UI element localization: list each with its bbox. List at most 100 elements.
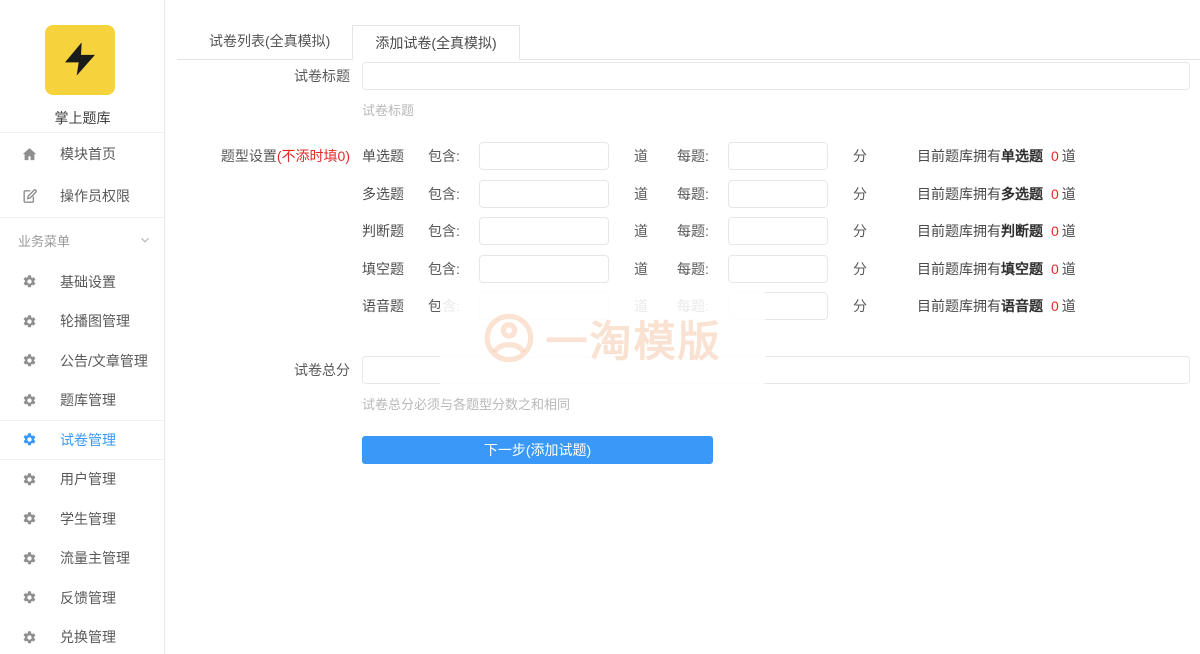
question-score-input[interactable] — [728, 180, 828, 208]
sidebar-item-4-active[interactable]: 试卷管理 — [0, 420, 164, 460]
sidebar-item-label: 试卷管理 — [60, 430, 116, 450]
count-unit-label: 道 — [634, 184, 648, 204]
gear-icon — [22, 590, 37, 605]
sidebar-item-label: 反馈管理 — [60, 588, 116, 608]
count-unit-label: 道 — [634, 221, 648, 241]
include-label: 包含: — [428, 259, 466, 279]
count-unit-label: 道 — [634, 146, 648, 166]
gear-icon — [22, 393, 37, 408]
sidebar-item-operator[interactable]: 操作员权限 — [0, 175, 164, 217]
question-count-input[interactable] — [479, 217, 609, 245]
sidebar-item-5[interactable]: 用户管理 — [0, 460, 164, 500]
gear-icon — [22, 314, 37, 329]
app-logo — [45, 25, 115, 95]
sidebar-item-8[interactable]: 反馈管理 — [0, 578, 164, 618]
question-score-input[interactable] — [728, 142, 828, 170]
question-score-input[interactable] — [728, 217, 828, 245]
question-type-settings: 题型设置(不添时填0) 单选题 包含: 道 每题: 分 目前题库拥有单选题0道 … — [165, 142, 1200, 320]
score-unit-label: 分 — [853, 259, 867, 279]
sidebar-item-label: 用户管理 — [60, 469, 116, 489]
question-count-input[interactable] — [479, 292, 609, 320]
total-score-input[interactable] — [362, 356, 1190, 384]
sidebar-item-label: 轮播图管理 — [60, 311, 130, 331]
paper-title-label: 试卷标题 — [165, 66, 350, 86]
per-question-label: 每题: — [677, 259, 715, 279]
app-window: 掌上题库 模块首页 操作员权限 业务菜单 基础设置 轮播图管理 公告/文章管理 … — [0, 0, 1200, 654]
tab-1-active[interactable]: 添加试卷(全真模拟) — [352, 25, 519, 60]
sidebar-section-business-menu[interactable]: 业务菜单 — [0, 218, 164, 262]
lightning-icon — [60, 39, 100, 82]
sidebar-item-label: 模块首页 — [60, 144, 116, 164]
question-count-input[interactable] — [479, 142, 609, 170]
sidebar-item-label: 学生管理 — [60, 509, 116, 529]
sidebar-item-3[interactable]: 题库管理 — [0, 381, 164, 421]
sidebar-item-label: 公告/文章管理 — [60, 351, 148, 371]
next-step-button[interactable]: 下一步(添加试题) — [362, 436, 713, 464]
gear-icon — [22, 432, 37, 447]
add-paper-form: 试卷标题 试卷标题 题型设置(不添时填0) 单选题 包含: 道 每题: 分 目前… — [165, 62, 1200, 464]
per-question-label: 每题: — [677, 221, 715, 241]
question-count-input[interactable] — [479, 180, 609, 208]
per-question-label: 每题: — [677, 184, 715, 204]
app-title: 掌上题库 — [0, 108, 165, 126]
document-edit-icon — [21, 188, 38, 205]
tab-label: 添加试卷(全真模拟) — [375, 35, 496, 51]
total-score-label: 试卷总分 — [165, 360, 350, 380]
question-type-row: 判断题 包含: 道 每题: 分 目前题库拥有判断题0道 — [165, 217, 1200, 245]
question-type-row: 题型设置(不添时填0) 单选题 包含: 道 每题: 分 目前题库拥有单选题0道 — [165, 142, 1200, 170]
total-score-hint: 试卷总分必须与各题型分数之和相同 — [362, 394, 1200, 409]
tab-0[interactable]: 试卷列表(全真模拟) — [187, 24, 352, 59]
gear-icon — [22, 551, 37, 566]
question-type-name: 语音题 — [362, 296, 404, 316]
gear-icon — [22, 630, 37, 645]
section-label: 业务菜单 — [18, 231, 70, 250]
question-count-input[interactable] — [479, 255, 609, 283]
sidebar-item-6[interactable]: 学生管理 — [0, 499, 164, 539]
bank-count-info: 目前题库拥有填空题0道 — [917, 259, 1076, 279]
sidebar-item-1[interactable]: 轮播图管理 — [0, 302, 164, 342]
question-type-row: 填空题 包含: 道 每题: 分 目前题库拥有填空题0道 — [165, 255, 1200, 283]
sidebar-item-label: 操作员权限 — [60, 186, 130, 206]
include-label: 包含: — [428, 221, 466, 241]
count-unit-label: 道 — [634, 259, 648, 279]
question-type-name: 单选题 — [362, 146, 404, 166]
question-type-name: 填空题 — [362, 259, 404, 279]
sidebar-top-group: 模块首页 操作员权限 — [0, 133, 164, 217]
tab-label: 试卷列表(全真模拟) — [209, 33, 330, 49]
question-score-input[interactable] — [728, 292, 828, 320]
sidebar: 掌上题库 模块首页 操作员权限 业务菜单 基础设置 轮播图管理 公告/文章管理 … — [0, 0, 165, 654]
per-question-label: 每题: — [677, 296, 715, 316]
bank-count-info: 目前题库拥有多选题0道 — [917, 184, 1076, 204]
sidebar-item-home[interactable]: 模块首页 — [0, 133, 164, 175]
tab-bar: 试卷列表(全真模拟) 添加试卷(全真模拟) — [177, 25, 1200, 60]
question-type-row: 多选题 包含: 道 每题: 分 目前题库拥有多选题0道 — [165, 180, 1200, 208]
sidebar-item-label: 流量主管理 — [60, 548, 130, 568]
sidebar-item-9[interactable]: 兑换管理 — [0, 618, 164, 654]
bank-count-info: 目前题库拥有单选题0道 — [917, 146, 1076, 166]
bank-count-info: 目前题库拥有语音题0道 — [917, 296, 1076, 316]
paper-title-input[interactable] — [362, 62, 1190, 90]
score-unit-label: 分 — [853, 221, 867, 241]
sidebar-item-label: 兑换管理 — [60, 627, 116, 647]
sidebar-item-2[interactable]: 公告/文章管理 — [0, 341, 164, 381]
question-settings-label: 题型设置(不添时填0) — [165, 146, 350, 166]
gear-icon — [22, 511, 37, 526]
gear-icon — [22, 353, 37, 368]
bank-count-info: 目前题库拥有判断题0道 — [917, 221, 1076, 241]
score-unit-label: 分 — [853, 296, 867, 316]
question-score-input[interactable] — [728, 255, 828, 283]
sidebar-item-label: 题库管理 — [60, 390, 116, 410]
question-type-name: 判断题 — [362, 221, 404, 241]
question-type-row: 语音题 包含: 道 每题: 分 目前题库拥有语音题0道 — [165, 292, 1200, 320]
sidebar-item-0[interactable]: 基础设置 — [0, 262, 164, 302]
include-label: 包含: — [428, 296, 466, 316]
sidebar-item-label: 基础设置 — [60, 272, 116, 292]
question-type-name: 多选题 — [362, 184, 404, 204]
gear-icon — [22, 472, 37, 487]
sidebar-item-7[interactable]: 流量主管理 — [0, 539, 164, 579]
sidebar-menu-group: 基础设置 轮播图管理 公告/文章管理 题库管理 试卷管理 用户管理 学生管理 流… — [0, 262, 164, 654]
chevron-down-icon — [138, 233, 152, 247]
main-content: 试卷列表(全真模拟) 添加试卷(全真模拟) 试卷标题 试卷标题 题型设置(不添时… — [165, 0, 1200, 654]
gear-icon — [22, 274, 37, 289]
score-unit-label: 分 — [853, 184, 867, 204]
